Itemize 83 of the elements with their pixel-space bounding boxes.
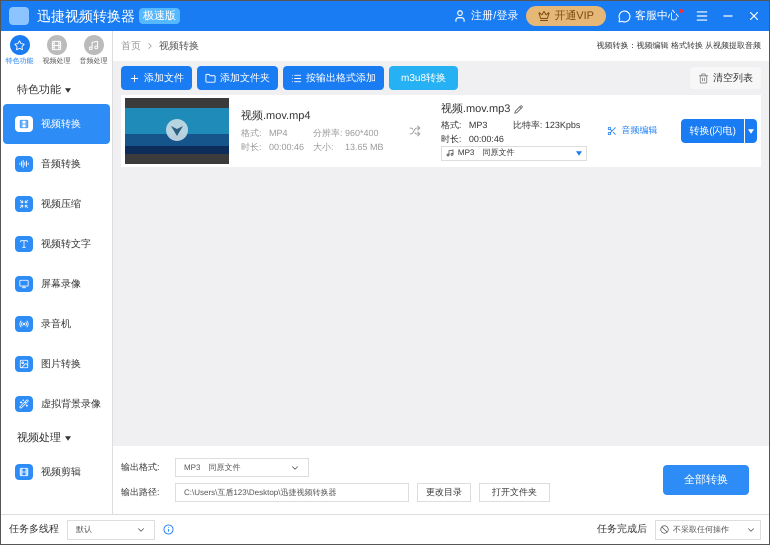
- output-format-label: 输出格式:: [121, 460, 161, 474]
- user-icon: [453, 9, 468, 23]
- category-icon: [51, 40, 62, 50]
- chat-icon: [618, 10, 631, 22]
- sidebar-item[interactable]: 视频转文字: [3, 224, 110, 264]
- trash-icon: [698, 72, 709, 84]
- after-task-select[interactable]: 不采取任何操作: [655, 520, 761, 540]
- feature-icon: [19, 319, 29, 329]
- field-value: 13.65 MB: [345, 141, 384, 154]
- feature-icon: [19, 399, 29, 409]
- sidebar-item[interactable]: 音频转换: [3, 144, 110, 184]
- field-value: MP4: [269, 127, 289, 140]
- audio-edit-link[interactable]: 音频编辑: [607, 124, 658, 138]
- sidebar-item[interactable]: 视频压缩: [3, 184, 110, 224]
- output-format-select[interactable]: MP3 同原文件: [175, 458, 309, 477]
- dropdown-arrow-icon: [576, 150, 582, 156]
- window-title: 迅捷视频转换器: [37, 6, 135, 26]
- vip-button[interactable]: 开通VIP: [526, 6, 606, 26]
- edition-badge: 极速版: [139, 8, 180, 24]
- menu-icon[interactable]: [695, 9, 709, 23]
- file-name: 视频.mov.mp4: [241, 108, 312, 124]
- convert-button[interactable]: 转换(闪电): [681, 119, 744, 143]
- scissors-icon: [607, 126, 618, 136]
- field-value: 123Kpbs: [544, 118, 580, 132]
- feature-icon: [19, 199, 29, 209]
- field-value: 960*400: [345, 127, 379, 140]
- section-title: 视频处理: [17, 430, 61, 446]
- field-label: 大小:: [313, 141, 335, 154]
- output-path-field[interactable]: C:\Users\互盾123\Desktop\迅捷视频转换器: [175, 483, 409, 502]
- toolbar-button[interactable]: 添加文件: [121, 66, 192, 90]
- field-label: 分辨率:: [313, 127, 344, 140]
- field-label: 格式:: [241, 127, 263, 140]
- threads-label: 任务多线程: [9, 522, 59, 537]
- field-value: MP3: [468, 118, 488, 132]
- change-directory-button[interactable]: 更改目录: [417, 483, 471, 502]
- sidebar-item[interactable]: 图片转换: [3, 344, 110, 384]
- sidebar-item[interactable]: 录音机: [3, 304, 110, 344]
- close-icon[interactable]: [747, 9, 761, 23]
- toolbar-button[interactable]: 按输出格式添加: [283, 66, 384, 90]
- crown-icon: [538, 10, 550, 22]
- folder-icon: [205, 72, 216, 84]
- header-links: 视频转换：视频编辑 格式转换 从视频提取音频: [596, 40, 761, 52]
- format-select[interactable]: MP3 同原文件: [440, 146, 588, 161]
- output-path-label: 输出路径:: [121, 486, 161, 499]
- category-icon: [88, 40, 99, 50]
- after-task-label: 任务完成后: [597, 522, 647, 537]
- field-label: 时长:: [440, 132, 462, 146]
- open-folder-button[interactable]: 打开文件夹: [479, 483, 550, 502]
- field-label: 格式:: [440, 118, 462, 132]
- category-icon: [14, 40, 25, 50]
- list-icon: [291, 72, 302, 84]
- app-logo-icon: [9, 7, 29, 25]
- section-title: 特色功能: [17, 82, 61, 98]
- output-file-name: 视频.mov.mp3: [440, 102, 510, 118]
- feature-icon: [19, 359, 29, 369]
- convert-options-button[interactable]: [745, 119, 757, 143]
- caret-icon[interactable]: [65, 436, 71, 440]
- plus-icon: [129, 72, 140, 84]
- service-link[interactable]: 客服中心: [635, 8, 679, 24]
- feature-icon: [19, 239, 29, 249]
- toolbar-button[interactable]: 添加文件夹: [197, 66, 278, 90]
- caret-icon[interactable]: [65, 88, 71, 92]
- dropdown-arrow-icon: [748, 128, 754, 134]
- ban-icon: [660, 525, 669, 534]
- breadcrumb-current: 视频转换: [159, 40, 199, 54]
- field-value: 00:00:46: [468, 132, 505, 146]
- info-icon[interactable]: [163, 524, 174, 535]
- feature-icon: [19, 119, 29, 129]
- feature-icon: [19, 467, 29, 477]
- field-label: 时长:: [241, 141, 263, 154]
- sidebar-item[interactable]: 视频剪辑: [3, 452, 110, 492]
- feature-icon: [19, 159, 29, 169]
- feature-icon: [19, 279, 29, 289]
- shuffle-icon: [409, 125, 421, 137]
- field-label: 比特率:: [512, 118, 544, 132]
- sidebar-item[interactable]: 虚拟背景录像: [3, 384, 110, 424]
- field-value: 00:00:46: [269, 141, 306, 154]
- sidebar-item[interactable]: 屏幕录像: [3, 264, 110, 304]
- login-link[interactable]: 注册/登录: [471, 8, 518, 24]
- threads-select[interactable]: 默认: [67, 520, 155, 540]
- pencil-icon[interactable]: [514, 105, 524, 114]
- music-icon: [446, 149, 454, 158]
- clear-list-button[interactable]: 清空列表: [690, 67, 761, 89]
